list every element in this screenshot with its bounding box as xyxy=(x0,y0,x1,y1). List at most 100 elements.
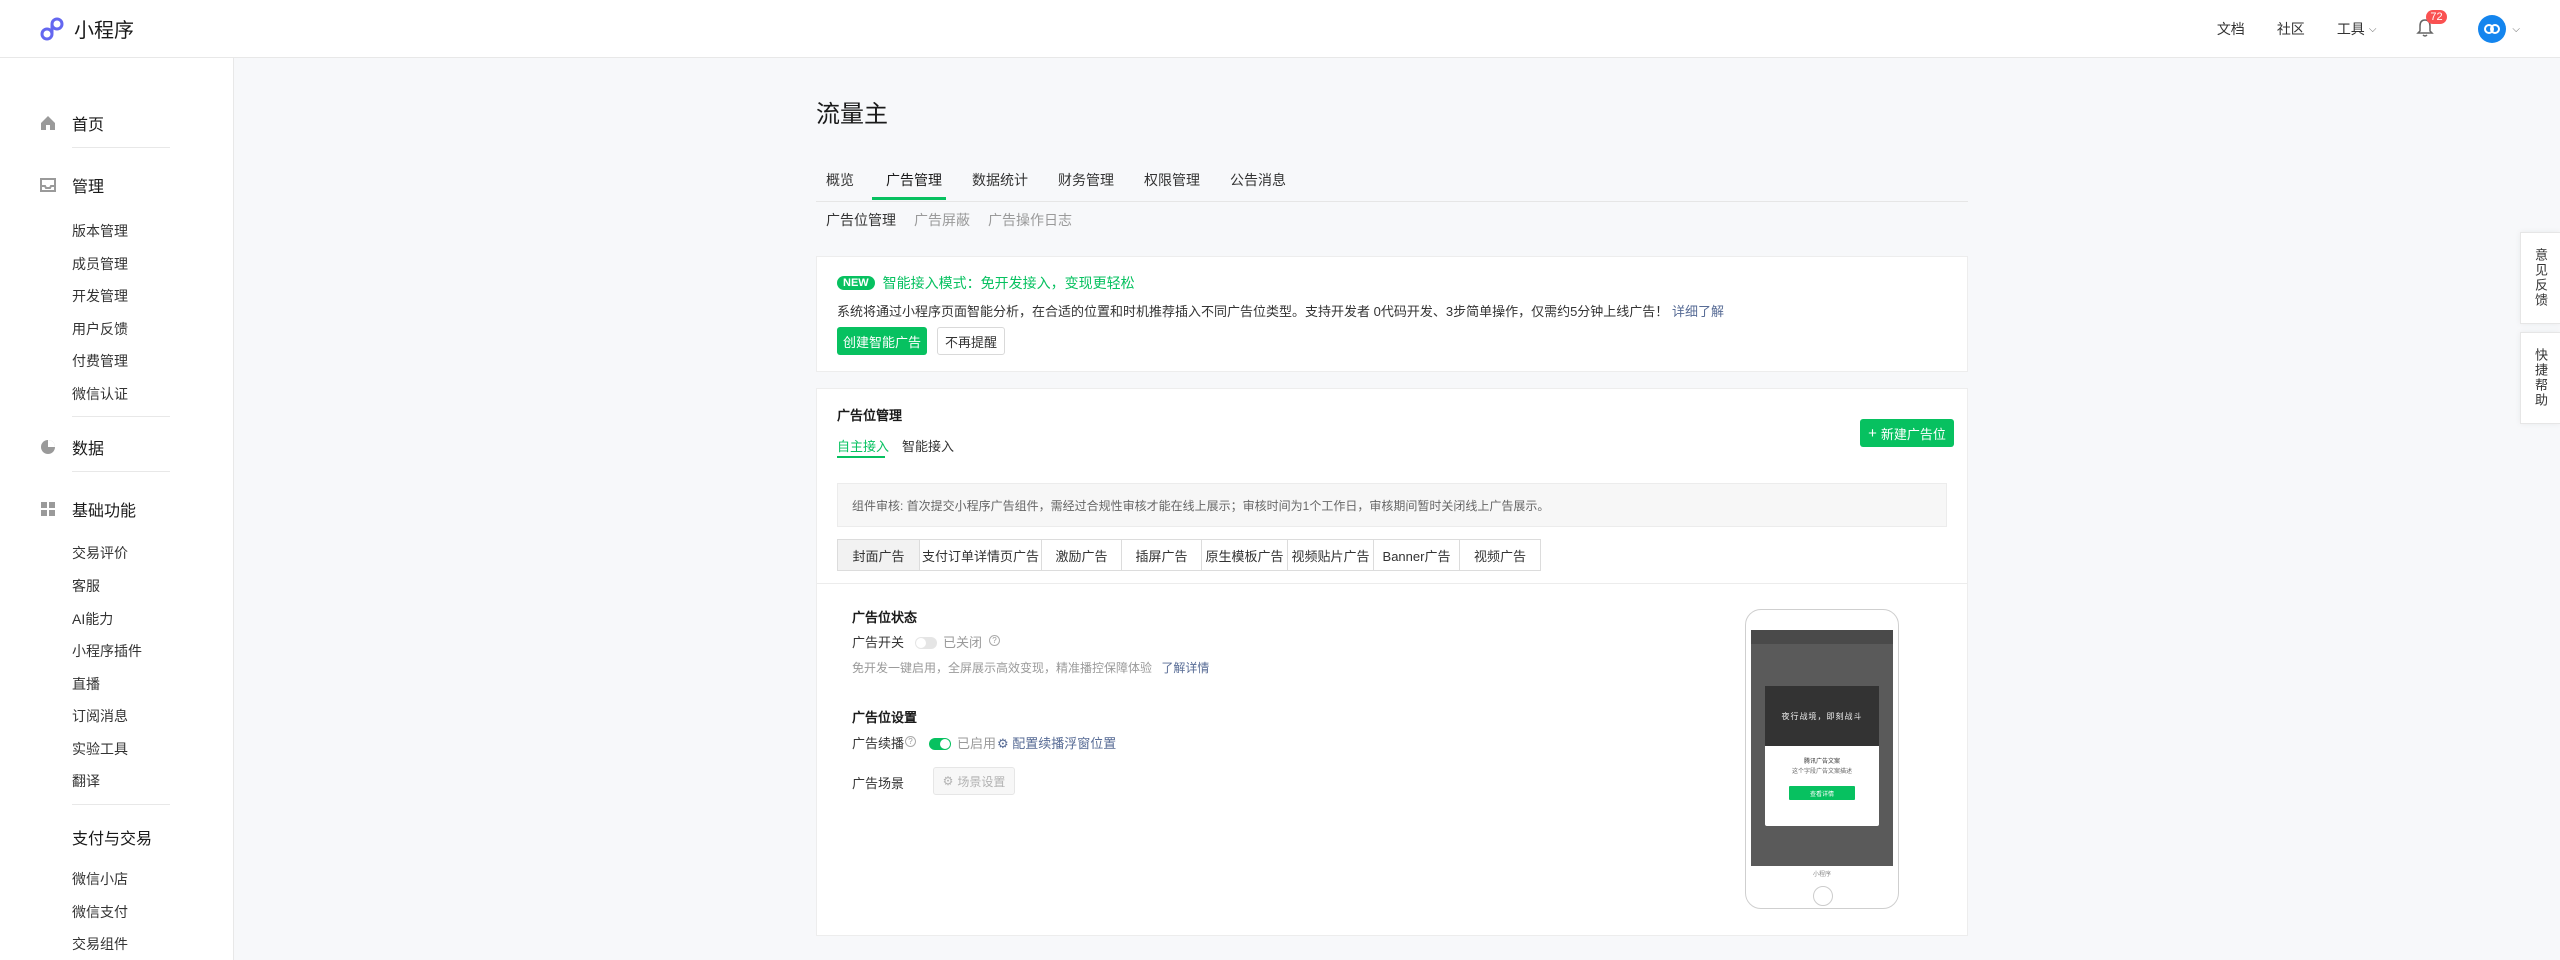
subtab-adpos[interactable]: 广告位管理 xyxy=(826,210,896,230)
sidebar-item-label: 首页 xyxy=(72,117,105,134)
sidebar-group-label: 基础功能 xyxy=(72,503,137,520)
cover-ad-preview: 夜行战境，即刻战斗 腾讯广告文案 这个字段广告文案描述 查看详情 xyxy=(1765,686,1879,826)
phone-status-bar xyxy=(1751,630,1893,644)
configure-sticky-link[interactable]: ⚙ 配置续播浮窗位置 xyxy=(997,733,1116,752)
scene-label: 广告场景 xyxy=(852,776,905,791)
ad-type-banner[interactable]: Banner广告 xyxy=(1374,540,1460,570)
sidebar-item-translate[interactable]: 翻译 xyxy=(72,771,100,791)
sidebar-item-reviews[interactable]: 交易评价 xyxy=(72,543,128,563)
home-icon xyxy=(38,113,58,133)
new-badge: NEW xyxy=(837,276,875,290)
subtab-block[interactable]: 广告屏蔽 xyxy=(914,210,970,230)
ad-line-2: 这个字段广告文案描述 xyxy=(1791,769,1852,775)
tab-announcements[interactable]: 公告消息 xyxy=(1230,170,1286,190)
sidebar-item-plugins[interactable]: 小程序插件 xyxy=(72,641,142,661)
tools-menu[interactable]: 工具 ⌵ xyxy=(2337,19,2377,39)
sidebar-item-dev[interactable]: 开发管理 xyxy=(72,286,128,306)
ad-type-cover[interactable]: 封面广告 xyxy=(838,540,920,570)
sidebar-item-home[interactable]: 首页 xyxy=(38,111,170,148)
toggle-knob xyxy=(916,638,926,648)
brand-name: 小程序 xyxy=(74,20,134,42)
tab-overview[interactable]: 概览 xyxy=(826,170,854,190)
divider xyxy=(72,471,170,472)
plus-icon: + xyxy=(1868,424,1877,442)
promo-description-text: 系统将通过小程序页面智能分析，在合适的位置和时机推荐插入不同广告位类型。支持开发… xyxy=(837,304,1669,319)
sidebar-item-feedback[interactable]: 用户反馈 xyxy=(72,319,128,339)
page-title: 流量主 xyxy=(816,101,888,128)
promo-detail-link[interactable]: 详细了解 xyxy=(1672,304,1724,319)
pie-chart-icon xyxy=(38,437,58,457)
sidebar-item-label: 数据 xyxy=(72,441,105,458)
sidebar-group-basic[interactable]: 基础功能 xyxy=(38,497,170,521)
gear-icon: ⚙ xyxy=(942,774,954,788)
promo-title-text: 智能接入模式：免开发接入，变现更轻松 xyxy=(882,275,1135,291)
tab-smart-access[interactable]: 智能接入 xyxy=(902,436,954,455)
sidebar-item-members[interactable]: 成员管理 xyxy=(72,254,128,274)
ad-type-native[interactable]: 原生模板广告 xyxy=(1202,540,1288,570)
phone-preview: 夜行战境，即刻战斗 腾讯广告文案 这个字段广告文案描述 查看详情 小程序 xyxy=(1745,609,1899,909)
miniprogram-logo-icon xyxy=(40,17,64,40)
sidebar-item-verify[interactable]: 微信认证 xyxy=(72,384,128,404)
subtab-log[interactable]: 广告操作日志 xyxy=(988,210,1072,230)
feedback-tab[interactable]: 意见反馈 xyxy=(2520,232,2560,324)
divider xyxy=(817,583,1967,584)
tab-ad-manage[interactable]: 广告管理 xyxy=(886,170,942,190)
scene-settings-label: 场景设置 xyxy=(957,774,1006,789)
switch-state: 已关闭 xyxy=(943,635,983,650)
dismiss-button[interactable]: 不再提醒 xyxy=(937,327,1005,355)
tab-data-stats[interactable]: 数据统计 xyxy=(972,170,1028,190)
sidebar-item-shop[interactable]: 微信小店 xyxy=(72,869,128,889)
avatar-logo-icon xyxy=(2484,24,2501,34)
smart-ad-promo-card: NEW 智能接入模式：免开发接入，变现更轻松 系统将通过小程序页面智能分析，在合… xyxy=(816,256,1968,372)
ad-image: 夜行战境，即刻战斗 xyxy=(1765,686,1879,746)
account-menu[interactable]: ⌵ xyxy=(2478,15,2520,43)
ad-type-order[interactable]: 支付订单详情页广告 xyxy=(920,540,1042,570)
sidebar-item-service[interactable]: 客服 xyxy=(72,576,100,596)
ad-type-video-patch[interactable]: 视频贴片广告 xyxy=(1288,540,1374,570)
promo-title: NEW 智能接入模式：免开发接入，变现更轻松 xyxy=(837,273,1135,293)
scene-settings-button[interactable]: ⚙ 场景设置 xyxy=(933,767,1015,795)
ad-type-reward[interactable]: 激励广告 xyxy=(1042,540,1122,570)
sidebar-item-live[interactable]: 直播 xyxy=(72,674,100,694)
divider xyxy=(72,804,170,805)
sidebar-group-manage[interactable]: 管理 xyxy=(38,173,170,197)
sidebar-item-data[interactable]: 数据 xyxy=(38,435,170,472)
new-ad-position-button[interactable]: + 新建广告位 xyxy=(1860,419,1954,447)
ad-type-interstitial[interactable]: 插屏广告 xyxy=(1122,540,1202,570)
notifications-button[interactable]: 72 xyxy=(2416,10,2447,40)
ad-switch-toggle[interactable] xyxy=(915,637,937,649)
phone-home-button xyxy=(1813,886,1833,906)
help-icon[interactable]: ? xyxy=(905,736,916,747)
sticky-state: 已启用 xyxy=(957,736,997,751)
chevron-down-icon: ⌵ xyxy=(2368,23,2377,35)
create-smart-ad-button[interactable]: 创建智能广告 xyxy=(837,327,927,355)
docs-link[interactable]: 文档 xyxy=(2217,19,2245,39)
sticky-toggle[interactable] xyxy=(929,738,951,750)
ad-type-video[interactable]: 视频广告 xyxy=(1460,540,1540,570)
tab-permissions[interactable]: 权限管理 xyxy=(1144,170,1200,190)
sidebar-group-pay[interactable]: 支付与交易 xyxy=(72,825,152,849)
tab-finance[interactable]: 财务管理 xyxy=(1058,170,1114,190)
top-bar: 小程序 文档 社区 工具 ⌵ 72 ⌵ xyxy=(0,0,2560,58)
toggle-knob xyxy=(940,739,950,749)
sidebar-item-experiment[interactable]: 实验工具 xyxy=(72,739,128,759)
settings-icon: ⚙ xyxy=(997,736,1009,751)
tools-label: 工具 xyxy=(2336,21,2365,37)
learn-more-link[interactable]: 了解详情 xyxy=(1161,661,1209,675)
sidebar-item-version[interactable]: 版本管理 xyxy=(72,221,128,241)
new-ad-position-label: 新建广告位 xyxy=(1880,426,1946,442)
help-icon[interactable]: ? xyxy=(989,635,1000,646)
sidebar-item-trade[interactable]: 交易组件 xyxy=(72,934,128,954)
active-tab-indicator xyxy=(872,197,946,200)
sidebar-item-wxpay[interactable]: 微信支付 xyxy=(72,902,128,922)
sidebar-item-payment[interactable]: 付费管理 xyxy=(72,351,128,371)
sidebar-item-ai[interactable]: AI能力 xyxy=(72,609,113,629)
tab-self-access[interactable]: 自主接入 xyxy=(837,436,889,455)
ad-type-selector: 封面广告 支付订单详情页广告 激励广告 插屏广告 原生模板广告 视频贴片广告 B… xyxy=(837,539,1541,571)
help-tab[interactable]: 快捷帮助 xyxy=(2520,332,2560,424)
promo-description: 系统将通过小程序页面智能分析，在合适的位置和时机推荐插入不同广告位类型。支持开发… xyxy=(837,301,1724,320)
divider xyxy=(72,147,170,148)
sidebar-item-subscribe[interactable]: 订阅消息 xyxy=(72,706,128,726)
community-link[interactable]: 社区 xyxy=(2277,19,2305,39)
brand[interactable]: 小程序 xyxy=(38,14,134,43)
